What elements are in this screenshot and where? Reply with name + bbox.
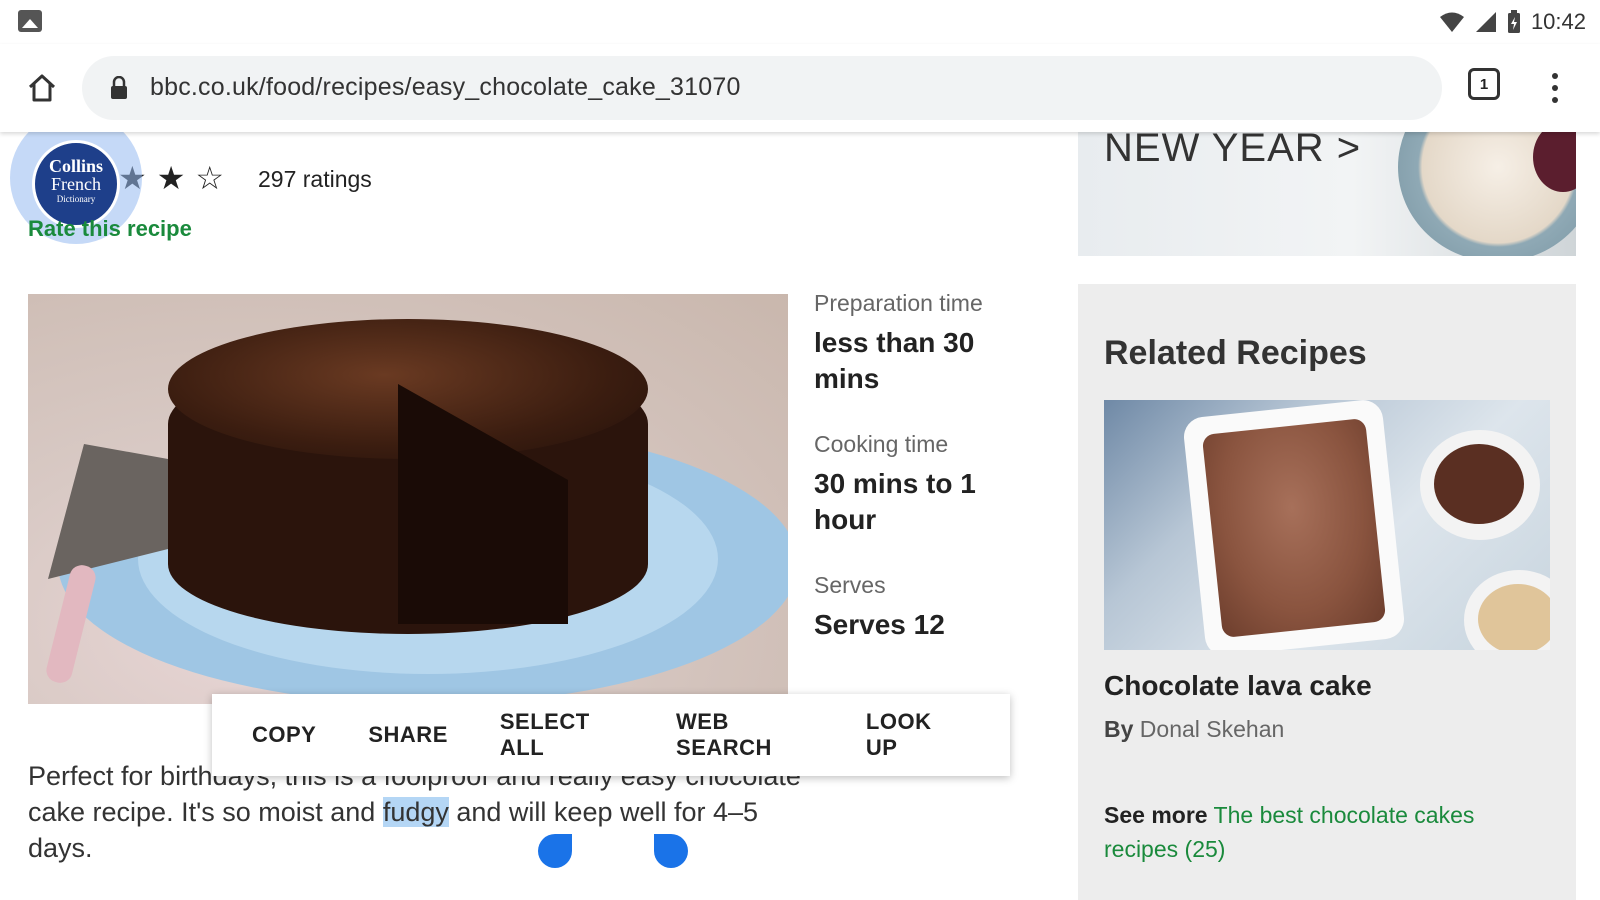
cake-server-handle-shape bbox=[43, 562, 99, 686]
url-text: bbc.co.uk/food/recipes/easy_chocolate_ca… bbox=[150, 73, 741, 101]
rate-recipe-link[interactable]: Rate this recipe bbox=[28, 216, 192, 242]
collins-logo: Collins French Dictionary bbox=[32, 140, 120, 228]
lava-cake-shape bbox=[1201, 417, 1387, 639]
author-link[interactable]: Donal Skehan bbox=[1140, 716, 1285, 742]
selection-end-handle[interactable] bbox=[654, 834, 688, 868]
home-icon bbox=[28, 74, 56, 102]
serves-block: Serves Serves 12 bbox=[814, 572, 1034, 643]
recipe-hero-image bbox=[28, 294, 788, 704]
bowl-content-shape bbox=[1478, 584, 1550, 650]
new-year-banner[interactable]: NEW YEAR > bbox=[1078, 132, 1576, 256]
menu-dot-icon bbox=[1552, 73, 1558, 79]
status-bar: 10:42 bbox=[0, 0, 1600, 44]
star-filled-icon: ★ bbox=[156, 160, 186, 196]
overflow-menu-button[interactable] bbox=[1540, 66, 1570, 110]
serves-value: Serves 12 bbox=[814, 609, 945, 640]
lock-icon bbox=[111, 76, 127, 99]
related-recipe-image[interactable] bbox=[1104, 400, 1550, 650]
cook-time-value: 30 mins to 1 hour bbox=[814, 468, 976, 535]
web-search-button[interactable]: WEB SEARCH bbox=[676, 709, 814, 761]
web-page: Collins French Dictionary ★ ★ ☆ 297 rati… bbox=[0, 132, 1600, 900]
selection-start-handle[interactable] bbox=[538, 834, 572, 868]
look-up-button[interactable]: LOOK UP bbox=[866, 709, 958, 761]
cook-time-label: Cooking time bbox=[814, 431, 949, 457]
recipe-info: Preparation time less than 30 mins Cooki… bbox=[814, 290, 1034, 677]
select-all-button[interactable]: SELECT ALL bbox=[500, 709, 624, 761]
browser-toolbar: bbc.co.uk/food/recipes/easy_chocolate_ca… bbox=[0, 44, 1600, 132]
ratings-count: 297 ratings bbox=[258, 166, 372, 192]
menu-dot-icon bbox=[1552, 97, 1558, 103]
selected-text[interactable]: fudgy bbox=[382, 797, 449, 827]
url-bar[interactable]: bbc.co.uk/food/recipes/easy_chocolate_ca… bbox=[82, 56, 1442, 120]
battery-icon bbox=[1507, 10, 1520, 33]
banner-text: NEW YEAR > bbox=[1104, 132, 1362, 170]
bowl-content-shape bbox=[1434, 444, 1524, 524]
prep-time-label: Preparation time bbox=[814, 290, 983, 316]
star-empty-icon: ☆ bbox=[195, 160, 225, 196]
copy-button[interactable]: COPY bbox=[252, 722, 316, 748]
home-button[interactable] bbox=[20, 66, 64, 110]
related-recipes-title: Related Recipes bbox=[1104, 334, 1367, 372]
cell-signal-icon bbox=[1475, 12, 1496, 32]
see-more: See more The best chocolate cakes recipe… bbox=[1104, 802, 1475, 862]
share-button[interactable]: SHARE bbox=[368, 722, 448, 748]
prep-time-block: Preparation time less than 30 mins bbox=[814, 290, 1034, 397]
related-recipes-panel: Related Recipes Chocolate lava cake By D… bbox=[1078, 284, 1576, 900]
wifi-icon bbox=[1439, 12, 1464, 32]
serves-label: Serves bbox=[814, 572, 886, 598]
text-selection-menu: COPY SHARE SELECT ALL WEB SEARCH LOOK UP bbox=[212, 694, 1010, 776]
gallery-notification-icon bbox=[18, 10, 42, 32]
related-recipe-link[interactable]: Chocolate lava cake bbox=[1104, 670, 1372, 702]
clock: 10:42 bbox=[1530, 9, 1586, 34]
related-recipe-author: By Donal Skehan bbox=[1104, 716, 1285, 742]
tab-switcher-button[interactable]: 1 bbox=[1468, 68, 1500, 100]
status-icons: 10:42 bbox=[1439, 6, 1586, 38]
prep-time-value: less than 30 mins bbox=[814, 327, 975, 394]
menu-dot-icon bbox=[1552, 85, 1558, 91]
cook-time-block: Cooking time 30 mins to 1 hour bbox=[814, 431, 1034, 538]
